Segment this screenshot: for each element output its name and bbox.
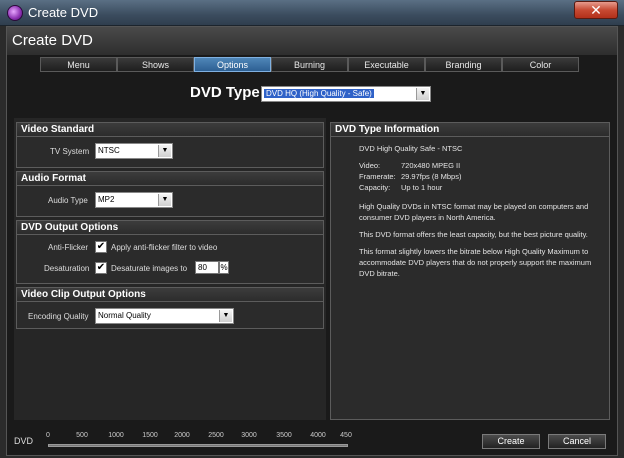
spec-key: Video: (359, 161, 381, 170)
tab-burning[interactable]: Burning (271, 57, 348, 72)
page-title: Create DVD (12, 32, 93, 49)
chevron-down-icon[interactable]: ▼ (158, 194, 171, 206)
ruler-tick-label: 3000 (241, 432, 257, 439)
info-body: DVD High Quality Safe - NTSC Video: 720x… (331, 137, 609, 279)
ruler-tick-label: 3500 (276, 432, 292, 439)
dvd-type-select[interactable]: DVD HQ (High Quality - Safe) ▼ (261, 86, 431, 102)
ruler-tick-label: 2500 (208, 432, 224, 439)
chevron-down-icon[interactable]: ▼ (416, 88, 429, 100)
app-icon (7, 5, 23, 21)
header-band (7, 27, 617, 55)
window-close-button[interactable]: ✕ (574, 1, 618, 19)
desaturation-unit: % (219, 261, 229, 274)
tv-system-select[interactable]: NTSC ▼ (95, 143, 173, 159)
info-title-line: DVD High Quality Safe - NTSC (359, 144, 463, 153)
anti-flicker-label: Anti-Flicker (48, 243, 89, 252)
info-para-3: This format slightly lowers the bitrate … (359, 247, 592, 278)
capacity-ruler: 0 500 1000 1500 2000 2500 3000 3500 4000… (46, 432, 352, 452)
audio-type-select[interactable]: MP2 ▼ (95, 192, 173, 208)
capacity-label: DVD (14, 436, 34, 446)
ruler-tick-label: 2000 (174, 432, 190, 439)
encoding-quality-select[interactable]: Normal Quality ▼ (95, 308, 234, 324)
tv-system-label: TV System (50, 147, 90, 156)
window-title: Create DVD (28, 5, 99, 20)
tab-branding[interactable]: Branding (425, 57, 502, 72)
dvd-type-label: DVD Type (190, 84, 260, 101)
video-standard-heading: Video Standard (17, 123, 323, 137)
tab-executable[interactable]: Executable (348, 57, 425, 72)
dvd-output-heading: DVD Output Options (17, 221, 323, 235)
anti-flicker-checkbox[interactable]: ✔ (95, 241, 107, 253)
cancel-button[interactable]: Cancel (548, 434, 606, 449)
chevron-down-icon[interactable]: ▼ (219, 310, 232, 322)
ruler-tick-label: 1000 (108, 432, 124, 439)
audio-format-heading: Audio Format (17, 172, 323, 186)
info-specs: Video: 720x480 MPEG II Framerate: 29.97f… (359, 160, 609, 193)
dvd-output-group: DVD Output Options (16, 220, 324, 284)
desaturation-input[interactable]: 80 (195, 261, 219, 274)
dvd-type-value: DVD HQ (High Quality - Safe) (264, 89, 374, 98)
tab-menu[interactable]: Menu (40, 57, 117, 72)
spec-value: 720x480 MPEG II (401, 161, 461, 170)
anti-flicker-text: Apply anti-flicker filter to video (111, 243, 218, 252)
audio-type-label: Audio Type (48, 196, 88, 205)
clip-output-heading: Video Clip Output Options (17, 288, 323, 302)
desaturation-label: Desaturation (44, 264, 90, 273)
dvd-type-info-panel: DVD Type Information DVD High Quality Sa… (330, 122, 610, 420)
tab-shows[interactable]: Shows (117, 57, 194, 72)
desaturation-text: Desaturate images to (111, 264, 188, 273)
audio-type-value: MP2 (98, 195, 115, 204)
ruler-tick-label: 1500 (142, 432, 158, 439)
capacity-track (48, 444, 348, 447)
info-heading: DVD Type Information (331, 123, 609, 137)
ruler-tick-label: 0 (46, 432, 50, 439)
info-para-2: This DVD format offers the least capacit… (359, 230, 588, 239)
create-button[interactable]: Create (482, 434, 540, 449)
spec-value: Up to 1 hour (401, 183, 443, 192)
ruler-tick-label: 500 (76, 432, 88, 439)
encoding-quality-value: Normal Quality (98, 311, 151, 320)
ruler-tick-label: 450 (340, 432, 352, 439)
info-para-1: High Quality DVDs in NTSC format may be … (359, 202, 589, 222)
encoding-quality-label: Encoding Quality (28, 312, 89, 321)
spec-key: Framerate: (359, 172, 396, 181)
chevron-down-icon[interactable]: ▼ (158, 145, 171, 157)
tab-bar: Menu Shows Options Burning Executable Br… (40, 57, 579, 72)
spec-value: 29.97fps (8 Mbps) (401, 172, 462, 181)
window-titlebar: Create DVD ✕ (0, 0, 624, 26)
spec-key: Capacity: (359, 183, 391, 192)
desaturation-checkbox[interactable]: ✔ (95, 262, 107, 274)
tv-system-value: NTSC (98, 146, 120, 155)
tab-options[interactable]: Options (194, 57, 271, 72)
ruler-tick-label: 4000 (310, 432, 326, 439)
tab-color[interactable]: Color (502, 57, 579, 72)
